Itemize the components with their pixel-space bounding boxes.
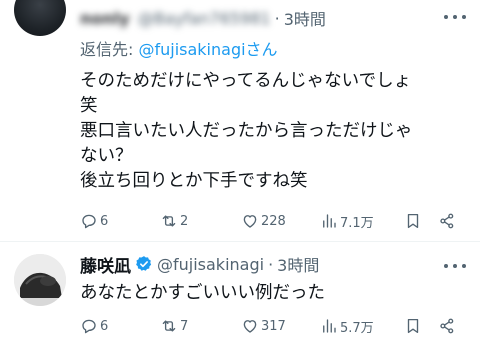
share-icon: [440, 213, 454, 229]
views-button[interactable]: 7.1万: [320, 212, 374, 231]
bookmark-button[interactable]: [404, 317, 422, 335]
repost-count: 7: [180, 318, 189, 334]
user-handle[interactable]: @fujisakinagi: [157, 255, 264, 274]
views-count: 7.1万: [340, 215, 374, 231]
tweet-reply-2[interactable]: 藤咲凪 @fujisakinagi · 3時間 あなたとかすごいいい例だった 6…: [0, 242, 480, 347]
tweet-text-line: 悪口言いたい人だったから言っただけじゃ: [80, 121, 413, 141]
display-name[interactable]: nonly: [80, 9, 130, 28]
share-icon: [440, 318, 454, 334]
bookmark-button[interactable]: [404, 212, 422, 230]
timestamp[interactable]: 3時間: [284, 6, 326, 30]
reply-count: 6: [100, 318, 109, 334]
tweet-text-line: あなたとかすごいいい例だった: [80, 283, 325, 303]
action-bar: 6 7 317 5.7万: [80, 315, 460, 337]
separator-dot: ·: [268, 254, 274, 274]
repost-icon: [162, 320, 176, 332]
share-button[interactable]: [438, 317, 456, 335]
share-button[interactable]: [438, 212, 456, 230]
avatar[interactable]: [14, 0, 66, 36]
verified-badge-icon: [136, 256, 152, 271]
views-count: 5.7万: [340, 320, 374, 336]
bookmark-icon: [407, 213, 419, 229]
repost-count: 2: [180, 213, 189, 229]
views-button[interactable]: 5.7万: [320, 317, 374, 336]
separator-dot: ·: [274, 8, 280, 28]
like-count: 228: [261, 213, 286, 229]
tweet-text-line: 後立ち回りとか下手ですね笑: [80, 171, 308, 191]
avatar-image: [14, 254, 66, 306]
tweet-text: あなたとかすごいいい例だった: [80, 281, 325, 306]
more-icon[interactable]: [444, 12, 466, 22]
user-handle[interactable]: @Bayfan765981: [138, 9, 271, 28]
bookmark-icon: [407, 318, 419, 334]
tweet-text: そのためだけにやってるんじゃないでしょ 笑 悪口言いたい人だったから言っただけじ…: [80, 69, 413, 194]
tweet-header: 藤咲凪 @fujisakinagi · 3時間: [80, 252, 319, 277]
tweet-reply-1[interactable]: nonly @Bayfan765981 · 3時間 返信先: @fujisaki…: [0, 0, 480, 241]
action-bar: 6 2 228 7.1万: [80, 210, 460, 232]
tweet-text-line: 笑: [80, 96, 98, 116]
reply-icon: [82, 319, 96, 334]
avatar[interactable]: [14, 254, 66, 306]
display-name[interactable]: 藤咲凪: [80, 252, 131, 277]
reply-to-line: 返信先: @fujisakinagiさん: [80, 36, 278, 60]
timestamp[interactable]: 3時間: [277, 252, 319, 276]
like-button[interactable]: 317: [241, 317, 286, 335]
like-count: 317: [261, 318, 286, 334]
like-button[interactable]: 228: [241, 212, 286, 230]
more-icon[interactable]: [444, 261, 466, 271]
reply-to-label: 返信先:: [80, 40, 139, 59]
reply-count: 6: [100, 213, 109, 229]
tweet-text-line: ない？: [80, 146, 133, 166]
views-icon: [323, 319, 336, 333]
reply-button[interactable]: 6: [80, 317, 108, 335]
repost-button[interactable]: 7: [160, 317, 188, 335]
views-icon: [323, 214, 336, 228]
tweet-text-line: そのためだけにやってるんじゃないでしょ: [80, 71, 412, 91]
like-icon: [243, 215, 257, 228]
reply-mention-link[interactable]: @fujisakinagiさん: [138, 40, 277, 59]
like-icon: [243, 320, 257, 333]
repost-button[interactable]: 2: [160, 212, 188, 230]
reply-button[interactable]: 6: [80, 212, 108, 230]
tweet-header: nonly @Bayfan765981 · 3時間: [80, 6, 326, 30]
reply-icon: [82, 214, 96, 229]
repost-icon: [162, 215, 176, 227]
